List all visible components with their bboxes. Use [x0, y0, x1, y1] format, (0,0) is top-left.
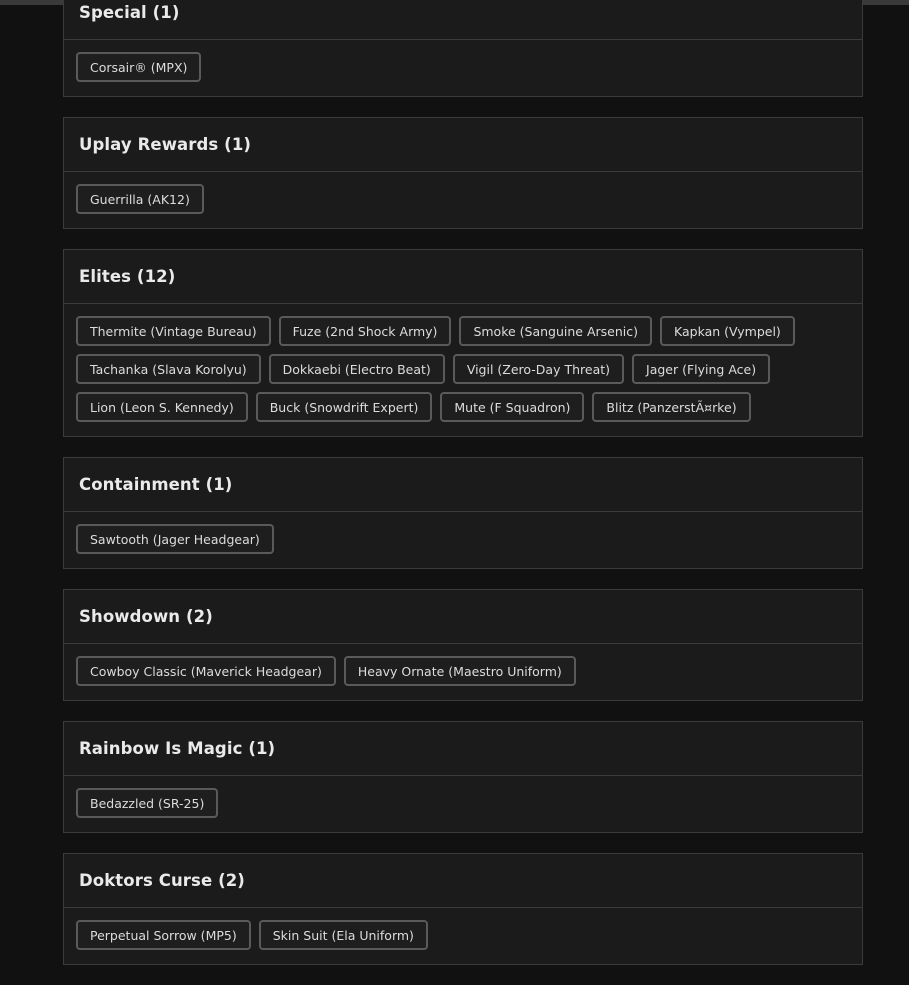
item-tag[interactable]: Thermite (Vintage Bureau): [76, 316, 271, 346]
item-tag[interactable]: Guerrilla (AK12): [76, 184, 204, 214]
section-elites: Elites (12) Thermite (Vintage Bureau) Fu…: [63, 249, 863, 437]
section-header: Showdown (2): [64, 590, 862, 644]
section-title: Special (1): [79, 3, 180, 22]
section-header: Special (1): [64, 0, 862, 40]
item-tag[interactable]: Sawtooth (Jager Headgear): [76, 524, 274, 554]
section-items: Bedazzled (SR-25): [64, 776, 862, 832]
section-items: Guerrilla (AK12): [64, 172, 862, 228]
section-header: Uplay Rewards (1): [64, 118, 862, 172]
section-items: Perpetual Sorrow (MP5) Skin Suit (Ela Un…: [64, 908, 862, 964]
item-tag[interactable]: Bedazzled (SR-25): [76, 788, 219, 818]
item-tag[interactable]: Perpetual Sorrow (MP5): [76, 920, 251, 950]
section-title: Uplay Rewards (1): [79, 135, 252, 154]
item-tag[interactable]: Fuze (2nd Shock Army): [278, 316, 452, 346]
section-items: Thermite (Vintage Bureau) Fuze (2nd Shoc…: [64, 304, 862, 436]
section-special: Special (1) Corsair® (MPX): [63, 0, 863, 97]
item-tag[interactable]: Cowboy Classic (Maverick Headgear): [76, 656, 336, 686]
section-header: Rainbow Is Magic (1): [64, 722, 862, 776]
section-header: Elites (12): [64, 250, 862, 304]
item-tag[interactable]: Buck (Snowdrift Expert): [255, 392, 433, 422]
section-items: Corsair® (MPX): [64, 40, 862, 96]
section-uplay-rewards: Uplay Rewards (1) Guerrilla (AK12): [63, 117, 863, 229]
item-tag[interactable]: Mute (F Squadron): [440, 392, 585, 422]
section-containment: Containment (1) Sawtooth (Jager Headgear…: [63, 457, 863, 569]
item-tag[interactable]: Blitz (PanzerstÃ¤rke): [592, 392, 751, 422]
section-header: Containment (1): [64, 458, 862, 512]
section-title: Rainbow Is Magic (1): [79, 739, 276, 758]
section-title: Showdown (2): [79, 607, 213, 626]
section-items: Sawtooth (Jager Headgear): [64, 512, 862, 568]
item-tag[interactable]: Kapkan (Vympel): [660, 316, 795, 346]
section-showdown: Showdown (2) Cowboy Classic (Maverick He…: [63, 589, 863, 701]
item-tag[interactable]: Skin Suit (Ela Uniform): [258, 920, 428, 950]
item-tag[interactable]: Corsair® (MPX): [76, 52, 202, 82]
section-title: Containment (1): [79, 475, 233, 494]
section-title: Doktors Curse (2): [79, 871, 245, 890]
section-items: Cowboy Classic (Maverick Headgear) Heavy…: [64, 644, 862, 700]
item-tag[interactable]: Dokkaebi (Electro Beat): [268, 354, 445, 384]
item-tag[interactable]: Tachanka (Slava Korolyu): [76, 354, 261, 384]
item-tag[interactable]: Smoke (Sanguine Arsenic): [459, 316, 653, 346]
section-doktors-curse: Doktors Curse (2) Perpetual Sorrow (MP5)…: [63, 853, 863, 965]
item-tag[interactable]: Vigil (Zero-Day Threat): [452, 354, 625, 384]
item-tag[interactable]: Heavy Ornate (Maestro Uniform): [343, 656, 576, 686]
item-tag[interactable]: Jager (Flying Ace): [632, 354, 771, 384]
section-header: Doktors Curse (2): [64, 854, 862, 908]
item-tag[interactable]: Lion (Leon S. Kennedy): [76, 392, 248, 422]
section-rainbow-is-magic: Rainbow Is Magic (1) Bedazzled (SR-25): [63, 721, 863, 833]
collection-sections: Special (1) Corsair® (MPX) Uplay Rewards…: [63, 0, 863, 985]
section-title: Elites (12): [79, 267, 176, 286]
